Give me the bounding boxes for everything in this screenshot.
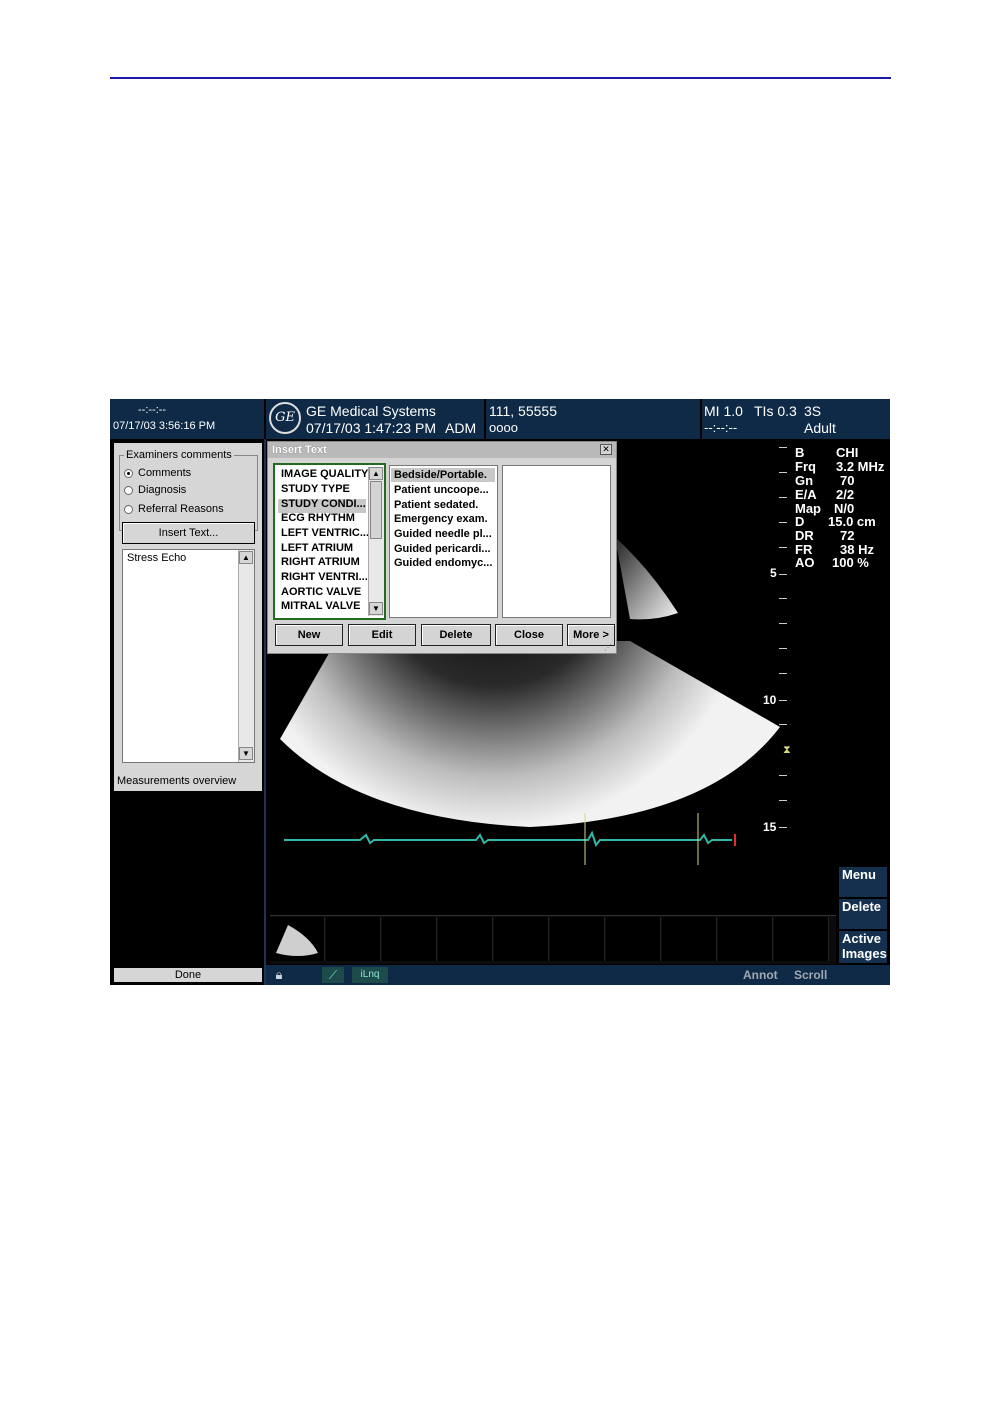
delete-button[interactable]: Delete [421,624,491,646]
param-value: 15.0 cm [828,514,876,529]
phrase-list[interactable]: Bedside/Portable. Patient uncoope... Pat… [389,465,498,618]
upper-sector [615,537,678,620]
thumbnail-1[interactable] [270,917,325,961]
param-label: AO [795,555,815,570]
thumbnail-8[interactable] [662,917,717,961]
iliq-button[interactable]: iLnq [352,967,388,983]
close-button[interactable]: Close [495,624,563,646]
category-item[interactable]: RIGHT ATRIUM [281,556,360,568]
ultrasound-screen: --:--:-- 07/17/03 3:56:16 PM GE GE Medic… [110,399,890,985]
param-value: 3.2 MHz [836,459,885,474]
depth-label-5: 5 [770,566,777,580]
scroll-up-icon[interactable]: ▲ [369,467,383,480]
param-value: CHI [836,445,859,460]
category-item[interactable]: IMAGE QUALITY [281,468,368,480]
param-label: Gn [795,473,814,488]
dialog-title: Insert Text [272,444,327,456]
param-value: 100 % [832,555,869,570]
thumbnail-4[interactable] [438,917,493,961]
category-item[interactable]: MITRAL VALVE [281,600,360,612]
preview-box [502,465,611,618]
new-button[interactable]: New [275,624,343,646]
param-label: D [795,514,805,529]
scroll-thumb[interactable] [370,481,382,539]
fan-sector [280,641,780,827]
thumbnail-3[interactable] [382,917,437,961]
param-value: 72 [840,528,855,543]
thumbnail-1-image [276,925,318,956]
active-images-button[interactable]: Active Images [839,931,887,963]
insert-text-dialog: Insert Text ✕ IMAGE QUALITY STUDY TYPE S… [267,441,617,654]
category-item[interactable]: LEFT VENTRIC... [281,527,369,539]
active-images-label-2: Images [842,946,887,961]
thumbnail-5[interactable] [494,917,549,961]
param-value: 70 [840,473,855,488]
category-scrollbar[interactable]: ▲ ▼ [368,467,384,616]
param-label: E/A [795,487,817,502]
edit-button[interactable]: Edit [348,624,416,646]
param-label: Frq [795,459,816,474]
delete-image-button[interactable]: Delete [839,899,887,929]
phrase-item[interactable]: Bedside/Portable. [394,469,487,481]
thumbnail-10[interactable] [774,917,829,961]
lock-icon[interactable]: 🔒︎ [270,967,288,983]
depth-label-10: 10 [763,693,777,707]
ecg-trace [284,813,736,865]
close-icon[interactable]: ✕ [600,444,612,455]
thumbnail-7[interactable] [606,917,661,961]
scroll-button[interactable]: Scroll [794,968,827,982]
bottom-bar: 🔒︎ ⟋ iLnq Annot Scroll [266,965,890,985]
phrase-item[interactable]: Guided endomyc... [394,557,492,569]
thumbnail-9[interactable] [718,917,773,961]
menu-button-label: Menu [842,867,876,882]
active-images-label-1: Active [842,931,882,946]
phrase-item[interactable]: Emergency exam. [394,513,488,525]
param-label: B [795,445,805,460]
phrase-item[interactable]: Guided pericardi... [394,543,491,555]
delete-image-label: Delete [842,899,882,914]
param-label: DR [795,528,814,543]
phrase-item[interactable]: Patient uncoope... [394,484,489,496]
page-header-rule [110,77,891,79]
category-item[interactable]: STUDY CONDI... [281,498,366,510]
category-item[interactable]: LEFT ATRIUM [281,542,353,554]
focus-marker-icon: ⧗ [783,744,791,756]
param-value: 2/2 [836,487,855,502]
phrase-item[interactable]: Patient sedated. [394,499,478,511]
resize-grip-icon[interactable]: ⋰ [604,644,614,652]
category-item[interactable]: STUDY TYPE [281,483,350,495]
annot-button[interactable]: Annot [743,968,778,982]
probe-icon[interactable]: ⟋ [322,967,344,983]
category-item[interactable]: RIGHT VENTRI... [281,571,368,583]
dialog-titlebar: Insert Text ✕ [268,442,616,458]
menu-button[interactable]: Menu [839,867,887,897]
category-list[interactable]: IMAGE QUALITY STUDY TYPE STUDY CONDI... … [273,463,386,620]
category-item[interactable]: AORTIC VALVE [281,586,361,598]
depth-label-15: 15 [763,820,777,834]
phrase-item[interactable]: Guided needle pl... [394,528,492,540]
category-item[interactable]: ECG RHYTHM [281,512,355,524]
scroll-down-icon[interactable]: ▼ [369,602,383,615]
thumbnail-6[interactable] [550,917,605,961]
thumbnail-2[interactable] [326,917,381,961]
